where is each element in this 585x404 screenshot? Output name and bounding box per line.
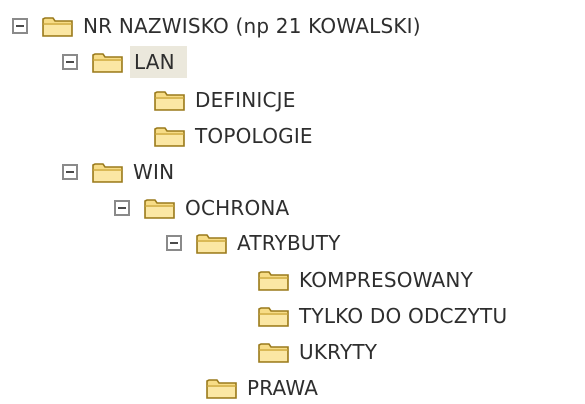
tree-node-topologie[interactable]: TOPOLOGIE [154,120,316,152]
folder-icon [92,163,123,183]
tree-node-atrybuty[interactable]: ATRYBUTY [166,227,344,259]
tree-node-prawa[interactable]: PRAWA [206,372,321,404]
tree-node-ukryty[interactable]: UKRYTY [258,336,380,368]
folder-icon [144,199,175,219]
tree-node-ochrona[interactable]: OCHRONA [114,192,292,224]
tree-node-tylko-do-odczytu[interactable]: TYLKO DO ODCZYTU [258,300,510,332]
folder-icon [154,127,185,147]
tree-node-label: WIN [133,160,175,184]
collapse-toggle-icon[interactable] [62,54,78,70]
folder-icon [258,307,289,327]
tree-node-label: TYLKO DO ODCZYTU [299,304,508,328]
folder-icon [154,91,185,111]
tree-node-label: TOPOLOGIE [195,124,313,148]
tree-node-label: KOMPRESOWANY [299,268,473,292]
tree-node-lan[interactable]: LAN [62,46,187,78]
tree-node-root[interactable]: NR NAZWISKO (np 21 KOWALSKI) [12,10,424,42]
tree-node-label: NR NAZWISKO (np 21 KOWALSKI) [83,14,421,38]
tree-node-label: ATRYBUTY [237,231,341,255]
tree-node-label: DEFINICJE [195,88,296,112]
folder-icon [92,53,123,73]
folder-icon [258,271,289,291]
folder-icon [196,234,227,254]
tree-node-label: LAN [130,46,187,78]
collapse-toggle-icon[interactable] [12,18,28,34]
tree-node-label: OCHRONA [185,196,290,220]
collapse-toggle-icon[interactable] [166,235,182,251]
tree-node-win[interactable]: WIN [62,156,177,188]
folder-tree: NR NAZWISKO (np 21 KOWALSKI) LAN DEFINIC… [0,0,585,400]
collapse-toggle-icon[interactable] [62,164,78,180]
folder-icon [42,17,73,37]
tree-node-definicje[interactable]: DEFINICJE [154,84,299,116]
folder-icon [258,343,289,363]
tree-node-kompresowany[interactable]: KOMPRESOWANY [258,264,476,296]
collapse-toggle-icon[interactable] [114,200,130,216]
tree-node-label: UKRYTY [299,340,378,364]
folder-icon [206,379,237,399]
